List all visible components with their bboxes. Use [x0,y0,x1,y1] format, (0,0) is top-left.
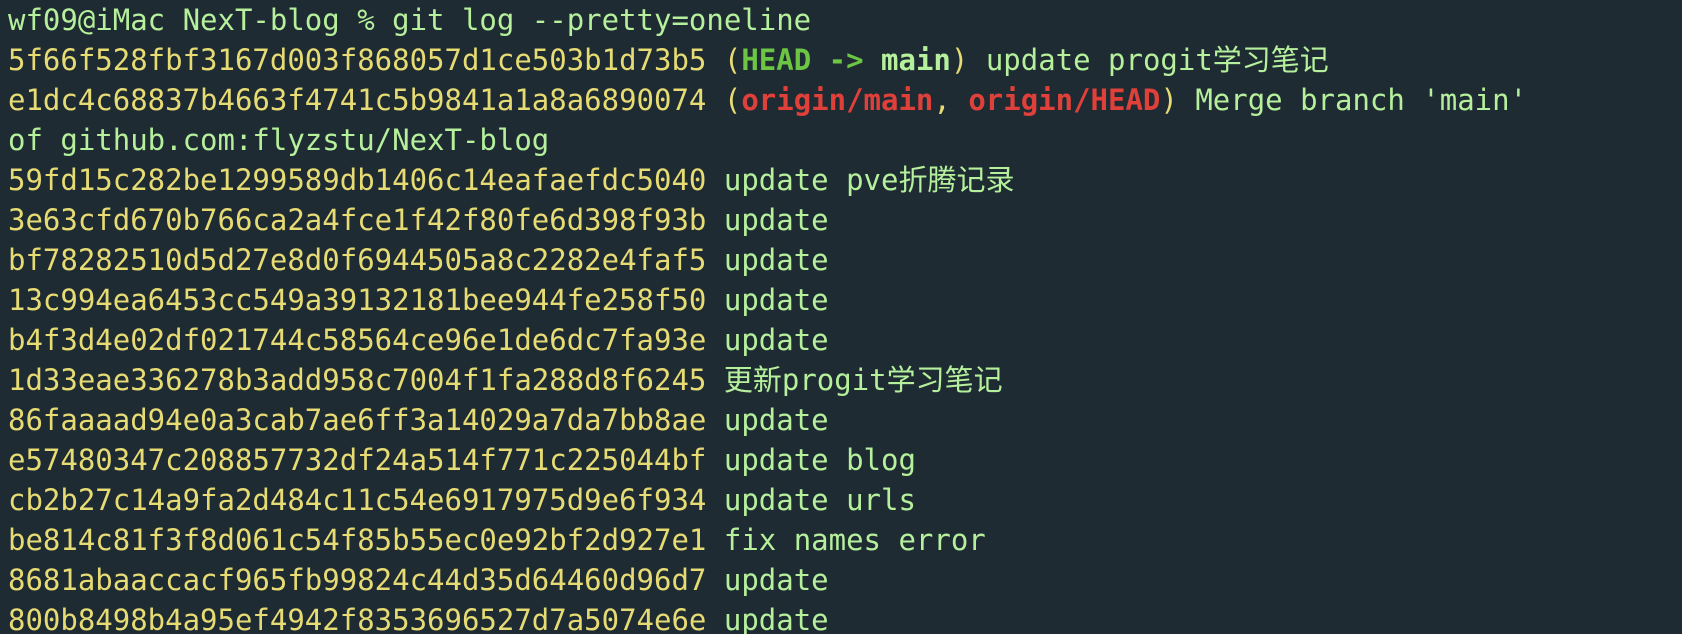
commit-row: 3e63cfd670b766ca2a4fce1f42f80fe6d398f93b… [8,200,1682,240]
commit-hash: 3e63cfd670b766ca2a4fce1f42f80fe6d398f93b [8,203,707,237]
commit-row: bf78282510d5d27e8d0f6944505a8c2282e4faf5… [8,240,1682,280]
remote-ref: origin/HEAD [968,83,1161,117]
commit-message: update [723,563,829,597]
commit-message: 更新progit学习笔记 [723,363,1003,397]
commit-hash: 13c994ea6453cc549a39132181bee944fe258f50 [8,283,707,317]
ref-arrow: -> [828,43,864,77]
prompt-line: wf09@iMac NexT-blog % git log --pretty=o… [8,0,1682,40]
ref-open-paren: ( [723,43,742,77]
commit-hash: 59fd15c282be1299589db1406c14eafaefdc5040 [8,163,707,197]
commit-hash: e1dc4c68837b4663f4741c5b9841a1a8a6890074 [8,83,707,117]
commit-hash: 800b8498b4a95ef4942f8353696527d7a5074e6e [8,603,707,634]
commit-message: update [723,323,829,357]
shell-prompt: wf09@iMac NexT-blog % [8,3,393,37]
ref-separator: , [933,83,969,117]
commit-message: update [723,403,829,437]
terminal-window[interactable]: wf09@iMac NexT-blog % git log --pretty=o… [0,0,1682,634]
commit-row: 59fd15c282be1299589db1406c14eafaefdc5040… [8,160,1682,200]
commit-message-wrap: of github.com:flyzstu/NexT-blog [8,120,1682,160]
remote-ref: origin/main [741,83,934,117]
commit-message: update urls [723,483,916,517]
typed-command: git log --pretty=oneline [392,3,812,37]
commit-hash: b4f3d4e02df021744c58564ce96e1de6dc7fa93e [8,323,707,357]
commit-message: update [723,283,829,317]
commit-row: 13c994ea6453cc549a39132181bee944fe258f50… [8,280,1682,320]
commit-row: e1dc4c68837b4663f4741c5b9841a1a8a6890074… [8,80,1682,120]
commit-message: update [723,203,829,237]
commit-message: Merge branch 'main' [1195,83,1528,117]
commit-hash: 8681abaaccacf965fb99824c44d35d64460d96d7 [8,563,707,597]
ref-open-paren: ( [723,83,742,117]
commit-hash: cb2b27c14a9fa2d484c11c54e6917975d9e6f934 [8,483,707,517]
commit-row: 5f66f528fbf3167d003f868057d1ce503b1d73b5… [8,40,1682,80]
commit-row: cb2b27c14a9fa2d484c11c54e6917975d9e6f934… [8,480,1682,520]
commit-row: 8681abaaccacf965fb99824c44d35d64460d96d7… [8,560,1682,600]
commit-row: 800b8498b4a95ef4942f8353696527d7a5074e6e… [8,600,1682,634]
branch-ref: main [881,43,951,77]
commit-message-continuation: of github.com:flyzstu/NexT-blog [8,123,550,157]
ref-close-paren: ) [950,43,969,77]
head-ref: HEAD [741,43,812,77]
commit-message: update blog [723,443,916,477]
commit-message: update pve折腾记录 [723,163,1015,197]
commit-hash: be814c81f3f8d061c54f85b55ec0e92bf2d927e1 [8,523,707,557]
commit-message: fix names error [723,523,986,557]
commit-hash: bf78282510d5d27e8d0f6944505a8c2282e4faf5 [8,243,707,277]
commit-row: be814c81f3f8d061c54f85b55ec0e92bf2d927e1… [8,520,1682,560]
commit-hash: e57480347c208857732df24a514f771c225044bf [8,443,707,477]
commit-row: b4f3d4e02df021744c58564ce96e1de6dc7fa93e… [8,320,1682,360]
commit-row: e57480347c208857732df24a514f771c225044bf… [8,440,1682,480]
commit-message: update [723,243,829,277]
commit-hash: 1d33eae336278b3add958c7004f1fa288d8f6245 [8,363,707,397]
ref-close-paren: ) [1160,83,1178,117]
commit-row: 86faaaad94e0a3cab7ae6ff3a14029a7da7bb8ae… [8,400,1682,440]
commit-hash: 5f66f528fbf3167d003f868057d1ce503b1d73b5 [8,43,707,77]
commit-hash: 86faaaad94e0a3cab7ae6ff3a14029a7da7bb8ae [8,403,707,437]
commit-row: 1d33eae336278b3add958c7004f1fa288d8f6245… [8,360,1682,400]
commit-message: update [723,603,829,634]
commit-message: update progit学习笔记 [985,43,1329,77]
